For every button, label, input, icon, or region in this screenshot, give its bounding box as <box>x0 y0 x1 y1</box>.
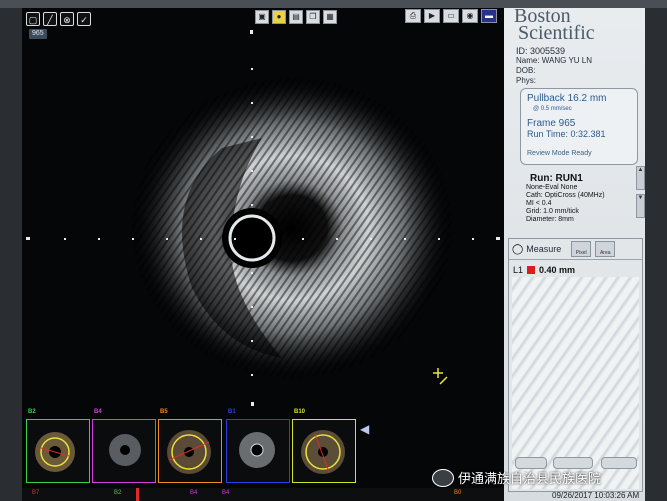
catheter-info: Cath: OptiCross (40MHz) <box>526 192 605 199</box>
measurement-value: 0.40 mm <box>539 265 576 275</box>
thumbnail-label-b1: B1 <box>228 409 236 415</box>
thumbnail-label-b4: B4 <box>94 409 102 415</box>
run-time: Run Time: 0:32.381 <box>527 129 606 139</box>
pen-icon[interactable]: ╱ <box>43 12 57 26</box>
camera-icon[interactable]: ◉ <box>462 9 478 23</box>
thumbnail-b2[interactable] <box>26 419 90 483</box>
tissue-speckle <box>132 78 452 378</box>
right-toolbar: ⎙ ▶ ▭ ◉ ▬ <box>405 9 497 23</box>
timeline-mark-b7[interactable]: B7 <box>32 490 39 496</box>
scroll-down-button[interactable]: ▼ <box>636 194 645 218</box>
info-panel: Boston Scientific ID: 3005539 Name: WANG… <box>504 5 645 501</box>
frame-number: Frame 965 <box>527 118 576 129</box>
run-eval: None-Eval None <box>526 184 578 191</box>
measurement-color-swatch <box>527 266 536 274</box>
measure-circle-icon: ◯ <box>512 243 524 255</box>
scroll-up-button[interactable]: ▲ <box>636 166 645 190</box>
center-toolbar: ▣ ● ▤ ❐ ▦ <box>255 10 337 24</box>
measure-panel: ◯ Measure Pixel Area L1 0.40 mm <box>508 238 643 492</box>
thumbnail-b5[interactable] <box>158 419 222 483</box>
thumbnail-label-b2: B2 <box>28 409 36 415</box>
thumbnail-b1[interactable] <box>226 419 290 483</box>
patient-name: Name: WANG YU LN <box>516 56 593 65</box>
settings-icon[interactable]: ● <box>272 10 286 24</box>
record-icon[interactable]: ▭ <box>443 9 459 23</box>
grid-icon[interactable]: ▦ <box>323 10 337 24</box>
measure-right-button[interactable] <box>601 457 637 469</box>
current-frame-arrow-icon: ◀ <box>360 422 370 436</box>
screen-icon[interactable]: ▢ <box>26 12 40 26</box>
watermark: 伊通满族自治县民族医院 <box>432 468 601 487</box>
ivus-console-screen: ▢ ╱ ⊗ ✓ 965 ▣ ● ▤ ❐ ▦ ⎙ ▶ ▭ ◉ ▬ B2 B4 B5… <box>22 5 645 501</box>
patient-id: ID: 3005539 <box>516 46 566 56</box>
measurement-label: L1 <box>513 265 524 275</box>
thumbnail-b10[interactable] <box>292 419 356 483</box>
thumbnail-label-b5: B5 <box>160 409 168 415</box>
monitor-icon[interactable]: ▬ <box>481 9 497 23</box>
timeline-mark-b4[interactable]: B4 <box>190 490 197 496</box>
measurement-row[interactable]: L1 0.40 mm <box>513 265 575 275</box>
pullback-info-box: Pullback 16.2 mm @ 0.5 mm/sec Frame 965 … <box>520 88 638 165</box>
run-info: Run: RUN1 None-Eval None Cath: OptiCross… <box>526 173 605 224</box>
thumbnail-b4[interactable] <box>92 419 156 483</box>
measure-header: ◯ Measure Pixel Area <box>509 239 642 260</box>
timeline-mark-b4-alt[interactable]: B4 <box>222 490 229 496</box>
ivus-cross-section-image[interactable] <box>22 28 504 408</box>
diameter-info: Diameter: 8mm <box>526 216 574 223</box>
play-icon[interactable]: ▶ <box>424 9 440 23</box>
left-toolbar: ▢ ╱ ⊗ ✓ <box>26 12 91 26</box>
patient-dob: DOB: <box>516 66 536 75</box>
area-tab[interactable]: Area <box>595 241 616 257</box>
timeline-mark-b0[interactable]: B0 <box>454 490 461 496</box>
catheter-core <box>236 222 268 254</box>
check-icon[interactable]: ✓ <box>77 12 91 26</box>
measure-title: Measure <box>526 244 562 254</box>
caliper-marker[interactable] <box>433 368 448 385</box>
date-time: 09/26/2017 10:03:26 AM <box>552 491 640 500</box>
timeline-mark-b2[interactable]: B2 <box>114 490 121 496</box>
film-icon[interactable]: ▤ <box>289 10 303 24</box>
patient-info: ID: 3005539 Name: WANG YU LN DOB: Phys: <box>516 46 592 86</box>
timeline-playhead[interactable] <box>136 488 139 501</box>
pullback-length: Pullback 16.2 mm <box>527 93 607 104</box>
run-title: Run: RUN1 <box>530 173 583 184</box>
thumbnail-label-b10: B10 <box>294 409 306 415</box>
print-icon[interactable]: ▣ <box>255 10 269 24</box>
wechat-icon <box>432 468 454 487</box>
target-icon[interactable]: ⊗ <box>60 12 74 26</box>
printer-icon[interactable]: ⎙ <box>405 9 421 23</box>
review-status: Review Mode Ready <box>527 150 592 157</box>
pullback-timeline[interactable]: B7 B2 B4 B4 B0 <box>22 488 504 501</box>
pullback-speed: @ 0.5 mm/sec <box>533 106 572 112</box>
pixel-tab[interactable]: Pixel <box>571 241 592 257</box>
layers-icon[interactable]: ❐ <box>306 10 320 24</box>
mi-info: MI < 0.4 <box>526 200 552 207</box>
watermark-text: 伊通满族自治县民族医院 <box>458 471 602 486</box>
brand-logo: Boston Scientific <box>514 5 595 44</box>
grid-info: Grid: 1.0 mm/tick <box>526 208 579 215</box>
patient-phys: Phys: <box>516 76 537 85</box>
